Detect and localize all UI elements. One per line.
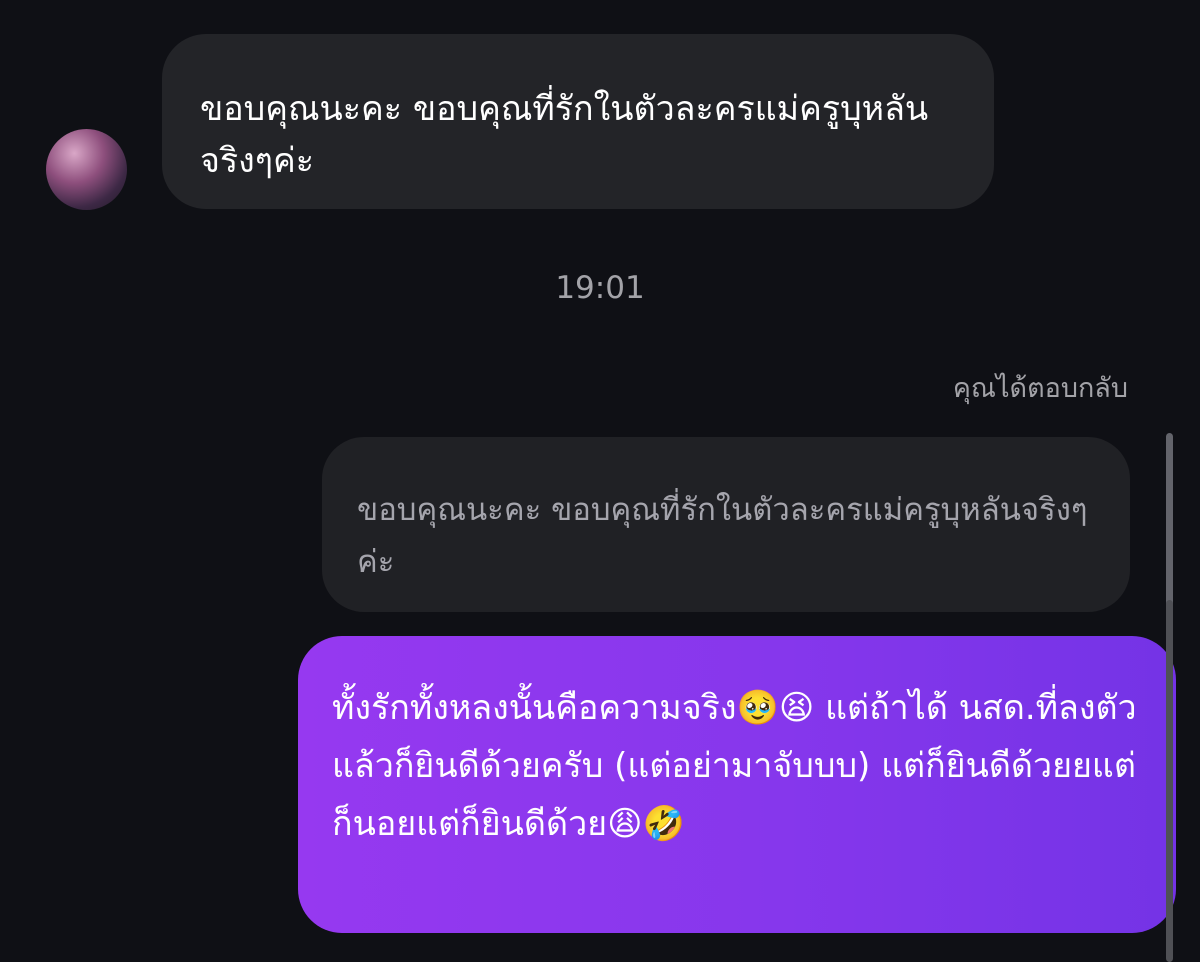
avatar[interactable] xyxy=(46,129,127,210)
scrollbar-thumb[interactable] xyxy=(1166,433,1173,613)
reply-label: คุณได้ตอบกลับ xyxy=(952,373,1128,404)
quoted-message-text: ขอบคุณนะคะ ขอบคุณที่รักในตัวละครแม่ครูบุ… xyxy=(357,492,1088,580)
outgoing-message-text: ทั้งรักทั้งหลงนั้นคือความจริง🥹😫 แต่ถ้าได… xyxy=(332,688,1137,844)
chat-screen: ขอบคุณนะคะ ขอบคุณที่รักในตัวละครแม่ครูบุ… xyxy=(0,0,1200,962)
incoming-message[interactable]: ขอบคุณนะคะ ขอบคุณที่รักในตัวละครแม่ครูบุ… xyxy=(162,34,994,209)
incoming-message-text: ขอบคุณนะคะ ขอบคุณที่รักในตัวละครแม่ครูบุ… xyxy=(200,89,929,181)
message-timestamp: 19:01 xyxy=(555,270,645,306)
outgoing-message[interactable]: ทั้งรักทั้งหลงนั้นคือความจริง🥹😫 แต่ถ้าได… xyxy=(298,636,1176,933)
scrollbar-thumb[interactable] xyxy=(1166,600,1173,962)
quoted-message[interactable]: ขอบคุณนะคะ ขอบคุณที่รักในตัวละครแม่ครูบุ… xyxy=(322,437,1130,612)
